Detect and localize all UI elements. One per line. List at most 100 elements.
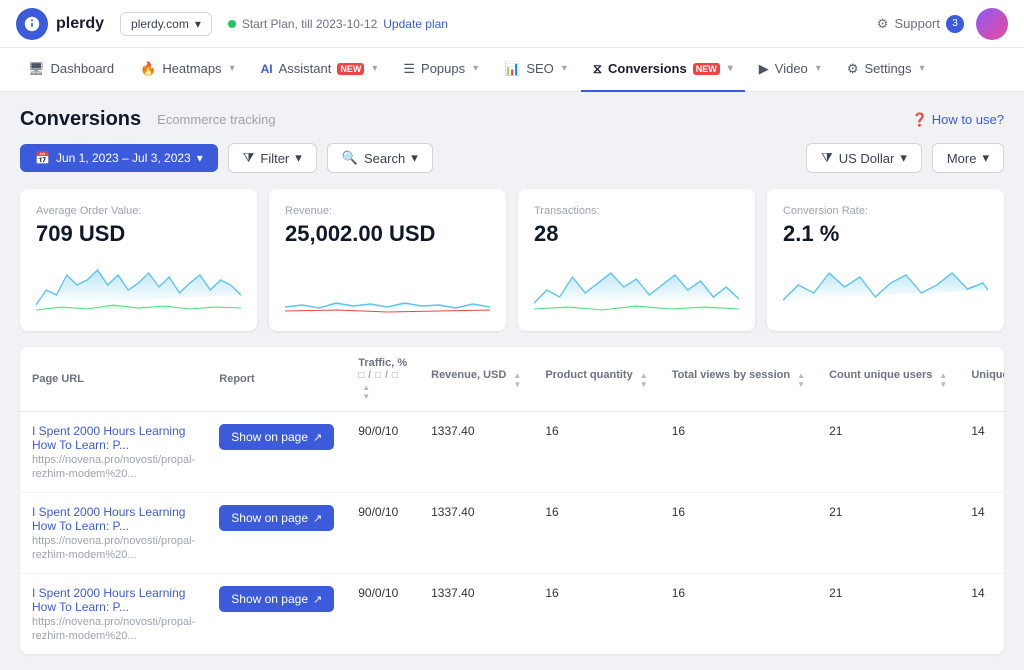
page-title-link-2[interactable]: I Spent 2000 Hours Learning How To Learn…	[32, 586, 195, 614]
col-header-unique-views: Unique views by session ▲▼	[959, 347, 1004, 412]
nav-label-seo: SEO	[526, 61, 553, 76]
video-icon: ▶	[759, 61, 769, 77]
chevron-down-icon: ▾	[473, 63, 478, 74]
sort-total-views[interactable]: ▲▼	[797, 372, 805, 389]
cell-unique-views-0: 14	[959, 412, 1004, 493]
chart-conv-rate	[783, 255, 988, 315]
nav-label-assistant: Assistant	[279, 61, 332, 76]
cell-report-0: Show on page ↗	[207, 412, 346, 493]
new-badge: NEW	[337, 63, 364, 75]
col-header-product-qty: Product quantity ▲▼	[533, 347, 659, 412]
show-on-page-label-2: Show on page	[231, 592, 308, 606]
page-content: Conversions Ecommerce tracking ❓ How to …	[0, 92, 1024, 670]
cell-unique-views-1: 14	[959, 493, 1004, 574]
sort-count-unique[interactable]: ▲▼	[939, 372, 947, 389]
sidebar-item-assistant[interactable]: AI Assistant NEW ▾	[249, 48, 390, 92]
cell-page-url-0: I Spent 2000 Hours Learning How To Learn…	[20, 412, 207, 493]
top-bar: plerdy plerdy.com ▾ Start Plan, till 202…	[0, 0, 1024, 48]
more-button[interactable]: More ▾	[932, 143, 1004, 173]
cell-report-1: Show on page ↗	[207, 493, 346, 574]
nav-label-settings: Settings	[864, 61, 911, 76]
cell-page-url-1: I Spent 2000 Hours Learning How To Learn…	[20, 493, 207, 574]
sidebar-item-video[interactable]: ▶ Video ▾	[747, 48, 833, 92]
show-on-page-button-1[interactable]: Show on page ↗	[219, 505, 334, 531]
table-header: Page URL Report Traffic, % □ / □ / □	[20, 347, 1004, 412]
nav-label-heatmaps: Heatmaps	[162, 61, 221, 76]
cell-page-url-2: I Spent 2000 Hours Learning How To Learn…	[20, 574, 207, 655]
metric-cards: Average Order Value: 709 USD	[20, 189, 1004, 331]
metric-label-transactions: Transactions:	[534, 205, 739, 217]
col-icon-page[interactable]: □	[358, 370, 364, 381]
sort-product-qty[interactable]: ▲▼	[640, 372, 648, 389]
top-bar-right: ⚙ Support 3	[877, 8, 1008, 40]
metric-card-conversion-rate: Conversion Rate: 2.1 %	[767, 189, 1004, 331]
metric-card-transactions: Transactions: 28	[518, 189, 755, 331]
plan-text: Start Plan, till 2023-10-12	[242, 17, 377, 31]
data-table-container: Page URL Report Traffic, % □ / □ / □	[20, 347, 1004, 654]
search-label: Search	[364, 151, 405, 166]
chevron-down-icon: ▾	[728, 63, 733, 74]
avatar[interactable]	[976, 8, 1008, 40]
metric-value-conv-rate: 2.1 %	[783, 221, 988, 247]
col-header-count-unique: Count unique users ▲▼	[817, 347, 959, 412]
chevron-down-icon: ▾	[919, 63, 924, 74]
new-badge: NEW	[693, 63, 720, 75]
page-title-link-0[interactable]: I Spent 2000 Hours Learning How To Learn…	[32, 424, 195, 452]
metric-value-avg-order: 709 USD	[36, 221, 241, 247]
chevron-down-icon: ▾	[982, 150, 989, 166]
sidebar-item-settings[interactable]: ⚙ Settings ▾	[835, 48, 937, 92]
sidebar-item-popups[interactable]: ☰ Popups ▾	[391, 48, 490, 92]
page-title-area: Conversions Ecommerce tracking	[20, 108, 276, 131]
page-subtitle: Ecommerce tracking	[157, 112, 275, 127]
show-on-page-button-2[interactable]: Show on page ↗	[219, 586, 334, 612]
sidebar-item-dashboard[interactable]: 🖥 Dashboard	[16, 48, 126, 92]
chevron-down-icon: ▾	[230, 63, 235, 74]
sort-traffic[interactable]: ▲▼	[362, 384, 370, 401]
chevron-down-icon: ▾	[562, 63, 567, 74]
date-range-label: Jun 1, 2023 – Jul 3, 2023	[56, 151, 191, 165]
search-button[interactable]: 🔍 Search ▾	[327, 143, 433, 173]
chart-revenue	[285, 255, 490, 315]
sidebar-item-conversions[interactable]: ⧖ Conversions NEW ▾	[581, 48, 745, 92]
col-header-report: Report	[207, 347, 346, 412]
sidebar-item-heatmaps[interactable]: 🔥 Heatmaps ▾	[128, 48, 246, 92]
nav-label-dashboard: Dashboard	[51, 61, 115, 76]
sidebar-item-seo[interactable]: 📊 SEO ▾	[492, 48, 579, 92]
nav-label-conversions: Conversions	[608, 61, 687, 76]
update-plan-link[interactable]: Update plan	[383, 17, 448, 31]
domain-selector[interactable]: plerdy.com ▾	[120, 12, 212, 36]
chevron-down-icon: ▾	[195, 17, 201, 31]
table-row: I Spent 2000 Hours Learning How To Learn…	[20, 412, 1004, 493]
col-header-total-views: Total views by session ▲▼	[660, 347, 817, 412]
table-body: I Spent 2000 Hours Learning How To Learn…	[20, 412, 1004, 655]
chart-transactions	[534, 255, 739, 315]
col-header-traffic: Traffic, % □ / □ / □ ▲▼	[346, 347, 419, 412]
filter-button[interactable]: ⧩ Filter ▾	[228, 143, 317, 173]
cell-revenue-1: 1337.40	[419, 493, 533, 574]
metric-card-revenue: Revenue: 25,002.00 USD	[269, 189, 506, 331]
ai-icon: AI	[261, 62, 273, 76]
metric-value-transactions: 28	[534, 221, 739, 247]
table-row: I Spent 2000 Hours Learning How To Learn…	[20, 574, 1004, 655]
col-icon-session[interactable]: □	[375, 370, 381, 381]
page-title-link-1[interactable]: I Spent 2000 Hours Learning How To Learn…	[32, 505, 195, 533]
chevron-down-icon: ▾	[816, 63, 821, 74]
date-range-button[interactable]: 📅 Jun 1, 2023 – Jul 3, 2023 ▾	[20, 144, 218, 172]
monitor-icon: 🖥	[28, 61, 45, 77]
support-button[interactable]: ⚙ Support 3	[877, 15, 964, 33]
cell-total-views-0: 16	[660, 412, 817, 493]
page-url-sub-2: https://novena.pro/novosti/propal-rezhim…	[32, 616, 195, 642]
chevron-down-icon: ▾	[411, 150, 418, 166]
cell-count-unique-1: 21	[817, 493, 959, 574]
chart-avg-order	[36, 255, 241, 315]
external-link-icon: ↗	[313, 593, 322, 606]
show-on-page-button-0[interactable]: Show on page ↗	[219, 424, 334, 450]
currency-label: US Dollar	[839, 151, 895, 166]
col-icon-chat[interactable]: □	[392, 370, 398, 381]
question-icon: ❓	[912, 112, 928, 128]
filter-icon: ⧩	[243, 150, 255, 166]
gear-icon: ⚙	[877, 16, 889, 32]
sort-revenue[interactable]: ▲▼	[513, 372, 521, 389]
currency-button[interactable]: ⧩ US Dollar ▾	[806, 143, 922, 173]
how-to-use-link[interactable]: ❓ How to use?	[912, 112, 1004, 128]
